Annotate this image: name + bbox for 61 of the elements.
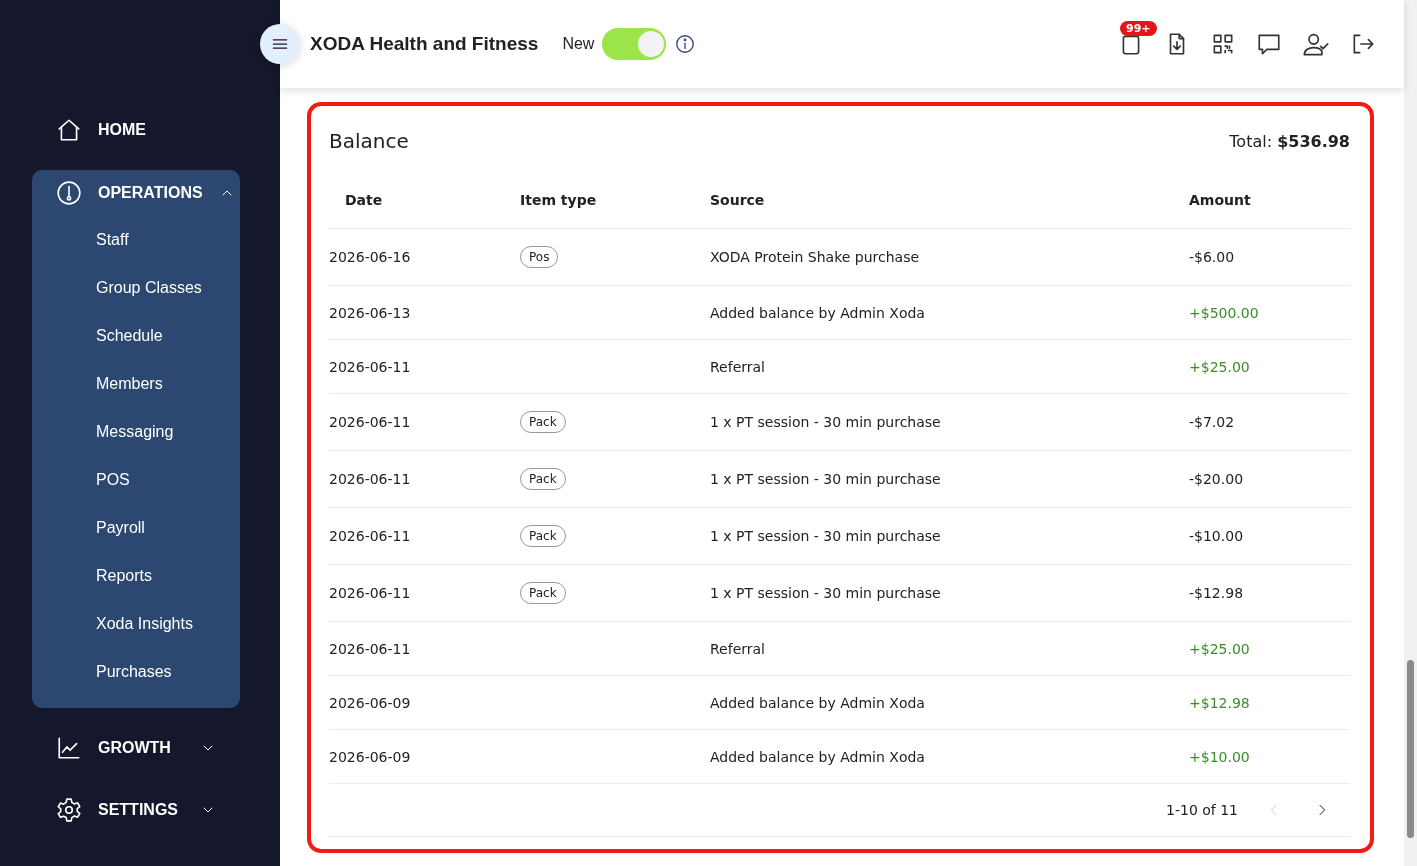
date-cell-text: 2026-06-11	[329, 471, 412, 487]
date-cell-text: 2026-06-11	[329, 640, 412, 657]
source-cell-text: Referral	[710, 358, 766, 375]
app-title: XODA Health and Fitness	[310, 33, 539, 55]
nav-subitem[interactable]: Members	[32, 360, 240, 408]
amount-cell-text: +$25.00	[1189, 640, 1251, 657]
column-header: Source	[710, 192, 766, 208]
source-cell-text: 1 x PT session - 30 min purchase	[710, 528, 942, 544]
date-cell-text: 2026-06-09	[329, 694, 412, 711]
source-cell-text: 1 x PT session - 30 min purchase	[710, 471, 942, 487]
amount-cell-text: +$25.00	[1189, 358, 1251, 375]
balance-total: Total: $536.98	[1229, 131, 1350, 151]
nav-subitem[interactable]: Xoda Insights	[32, 600, 240, 648]
source-cell-text: Referral	[710, 640, 766, 657]
nav-item[interactable]: OPERATIONS	[32, 170, 240, 216]
amount-cell-text: +$500.00	[1189, 304, 1260, 321]
nav-item[interactable]: HOME	[32, 108, 240, 152]
date-cell-text: 2026-06-11	[329, 528, 412, 544]
amount-cell-text: -$12.98	[1189, 585, 1245, 601]
amount-cell-text: +$10.00	[1189, 748, 1251, 765]
amount-cell-text: -$6.00	[1189, 249, 1236, 265]
settings-icon[interactable]	[56, 797, 82, 823]
nav-subitem[interactable]: Group Classes	[32, 264, 240, 312]
nav-subitem[interactable]: Purchases	[32, 648, 240, 696]
nav-subitem[interactable]: Schedule	[32, 312, 240, 360]
nav-subitem[interactable]: Payroll	[32, 504, 240, 552]
home-icon[interactable]	[56, 117, 82, 143]
column-header: Date	[344, 192, 384, 208]
menu-button[interactable]	[260, 24, 300, 64]
nav-subitem[interactable]: Messaging	[32, 408, 240, 456]
date-cell-text: 2026-06-11	[329, 358, 412, 375]
info-icon[interactable]	[674, 33, 697, 55]
amount-cell-text: -$7.02	[1189, 414, 1236, 430]
nav-item[interactable]: GROWTH	[32, 726, 240, 770]
amount-cell-text: +$12.98	[1189, 694, 1251, 711]
nav-subitem[interactable]: POS	[32, 456, 240, 504]
column-header: Item type	[520, 192, 598, 208]
new-toggle[interactable]	[602, 28, 667, 60]
source-cell-text: XODA Protein Shake purchase	[710, 249, 921, 265]
source-cell-text: Added balance by Admin Xoda	[710, 304, 926, 321]
source-cell-text: Added balance by Admin Xoda	[710, 694, 926, 711]
card-title: Balance	[329, 129, 409, 153]
chart-icon[interactable]	[56, 735, 82, 761]
date-cell-text: 2026-06-11	[329, 414, 412, 430]
source-cell-text: 1 x PT session - 30 min purchase	[710, 414, 942, 430]
date-cell-text: 2026-06-11	[329, 585, 412, 601]
column-header: Amount	[1189, 192, 1252, 208]
source-cell-text: 1 x PT session - 30 min purchase	[710, 585, 942, 601]
notification-badge: 99+	[1120, 21, 1157, 36]
nav-item[interactable]: SETTINGS	[32, 788, 240, 832]
info-icon[interactable]	[56, 180, 82, 206]
amount-cell-text: -$20.00	[1189, 471, 1245, 487]
date-cell-text: 2026-06-16	[329, 249, 412, 265]
nav-subitem[interactable]: Reports	[32, 552, 240, 600]
date-cell-text: 2026-06-13	[329, 304, 412, 321]
pagination-range: 1-10 of 11	[1166, 802, 1238, 818]
source-cell-text: Added balance by Admin Xoda	[710, 748, 926, 765]
amount-cell-text: -$10.00	[1189, 528, 1245, 544]
date-cell-text: 2026-06-09	[329, 748, 412, 765]
nav-subitem[interactable]: Staff	[32, 216, 240, 264]
toggle-label: New	[562, 35, 595, 53]
